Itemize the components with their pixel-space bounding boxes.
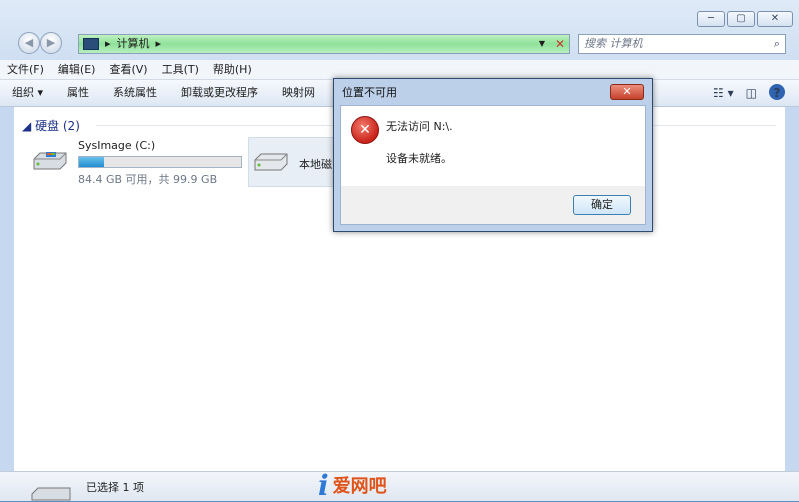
dialog-body: ✕ 无法访问 N:\. 设备未就绪。 bbox=[340, 105, 646, 187]
breadcrumb-separator-icon[interactable]: ▸ bbox=[105, 35, 111, 53]
computer-icon bbox=[83, 38, 99, 50]
drive-usage-bar bbox=[78, 156, 242, 168]
uninstall-program-button[interactable]: 卸载或更改程序 bbox=[169, 80, 270, 106]
properties-button[interactable]: 属性 bbox=[55, 80, 101, 106]
dialog-title: 位置不可用 bbox=[342, 86, 397, 99]
address-bar[interactable]: ▸ 计算机 ▸ ▼ ✕ bbox=[78, 34, 570, 54]
drive-space-info: 84.4 GB 可用，共 99.9 GB bbox=[78, 173, 218, 186]
minimize-button[interactable]: ─ bbox=[697, 11, 725, 27]
map-network-drive-button[interactable]: 映射网 bbox=[270, 80, 327, 106]
close-icon: ✕ bbox=[622, 85, 632, 98]
dialog-detail: 设备未就绪。 bbox=[386, 152, 452, 165]
error-icon: ✕ bbox=[351, 116, 379, 144]
collapse-arrow-icon[interactable]: ◢ bbox=[22, 119, 31, 133]
stop-loading-icon[interactable]: ✕ bbox=[555, 35, 565, 53]
nav-buttons: ◀ ▶ bbox=[18, 32, 78, 54]
maximize-button[interactable]: ▢ bbox=[727, 11, 755, 27]
dialog-close-button[interactable]: ✕ bbox=[610, 84, 644, 100]
hard-drive-icon bbox=[254, 153, 288, 171]
dialog-footer: 确定 bbox=[340, 186, 646, 225]
menu-edit[interactable]: 编辑(E) bbox=[51, 60, 103, 79]
breadcrumb: ▸ 计算机 ▸ bbox=[83, 35, 161, 53]
drive-usage-fill bbox=[79, 157, 105, 167]
drive-c[interactable]: SysImage (C:) 84.4 GB 可用，共 99.9 GB bbox=[28, 137, 248, 186]
dialog-message: 无法访问 N:\. bbox=[386, 120, 453, 133]
system-properties-button[interactable]: 系统属性 bbox=[101, 80, 169, 106]
forward-button[interactable]: ▶ bbox=[40, 32, 62, 54]
close-button[interactable]: ✕ bbox=[757, 11, 793, 27]
search-box[interactable]: 搜索 计算机 ⌕ bbox=[578, 34, 786, 54]
menu-tools[interactable]: 工具(T) bbox=[155, 60, 206, 79]
breadcrumb-separator-icon[interactable]: ▸ bbox=[156, 35, 162, 53]
explorer-window: ─ ▢ ✕ ◀ ▶ ▸ 计算机 ▸ ▼ ✕ 搜索 计算机 ⌕ 文件(F) 编辑(… bbox=[0, 0, 799, 502]
watermark-text: 爱网吧 bbox=[332, 476, 387, 497]
view-options-icon[interactable]: ☷ ▾ bbox=[713, 84, 734, 102]
command-bar-right: ☷ ▾ ◫ ? bbox=[713, 84, 785, 102]
status-bar: 已选择 1 项 bbox=[0, 471, 799, 501]
menu-view[interactable]: 查看(V) bbox=[102, 60, 154, 79]
search-icon[interactable]: ⌕ bbox=[774, 35, 780, 53]
watermark: i 爱网吧 bbox=[318, 468, 387, 502]
ok-button[interactable]: 确定 bbox=[573, 195, 631, 215]
hard-drive-icon bbox=[33, 152, 67, 170]
error-dialog: 位置不可用 ✕ ✕ 无法访问 N:\. 设备未就绪。 确定 bbox=[333, 78, 653, 232]
drive-name: 本地磁 bbox=[299, 158, 332, 171]
preview-pane-icon[interactable]: ◫ bbox=[746, 84, 757, 102]
address-dropdown-icon[interactable]: ▼ bbox=[539, 35, 545, 53]
menu-help[interactable]: 帮助(H) bbox=[206, 60, 259, 79]
status-text: 已选择 1 项 bbox=[86, 481, 144, 494]
group-header[interactable]: ◢ 硬盘 (2) bbox=[22, 117, 776, 134]
drive-name: SysImage (C:) bbox=[78, 139, 156, 152]
help-icon[interactable]: ? bbox=[769, 84, 785, 100]
close-icon: ✕ bbox=[770, 13, 780, 24]
back-button[interactable]: ◀ bbox=[18, 32, 40, 54]
organize-button[interactable]: 组织 ▾ bbox=[0, 80, 55, 106]
back-arrow-icon: ◀ bbox=[24, 36, 34, 49]
group-label: 硬盘 (2) bbox=[35, 119, 80, 133]
forward-arrow-icon: ▶ bbox=[46, 36, 56, 49]
search-placeholder: 搜索 计算机 bbox=[584, 37, 643, 50]
breadcrumb-item[interactable]: 计算机 bbox=[117, 35, 150, 53]
menu-bar: 文件(F) 编辑(E) 查看(V) 工具(T) 帮助(H) bbox=[0, 60, 799, 80]
maximize-icon: ▢ bbox=[736, 13, 746, 24]
menu-file[interactable]: 文件(F) bbox=[0, 60, 51, 79]
minimize-icon: ─ bbox=[707, 13, 715, 24]
caption-buttons: ─ ▢ ✕ bbox=[697, 11, 793, 27]
watermark-logo-icon: i bbox=[318, 468, 329, 502]
